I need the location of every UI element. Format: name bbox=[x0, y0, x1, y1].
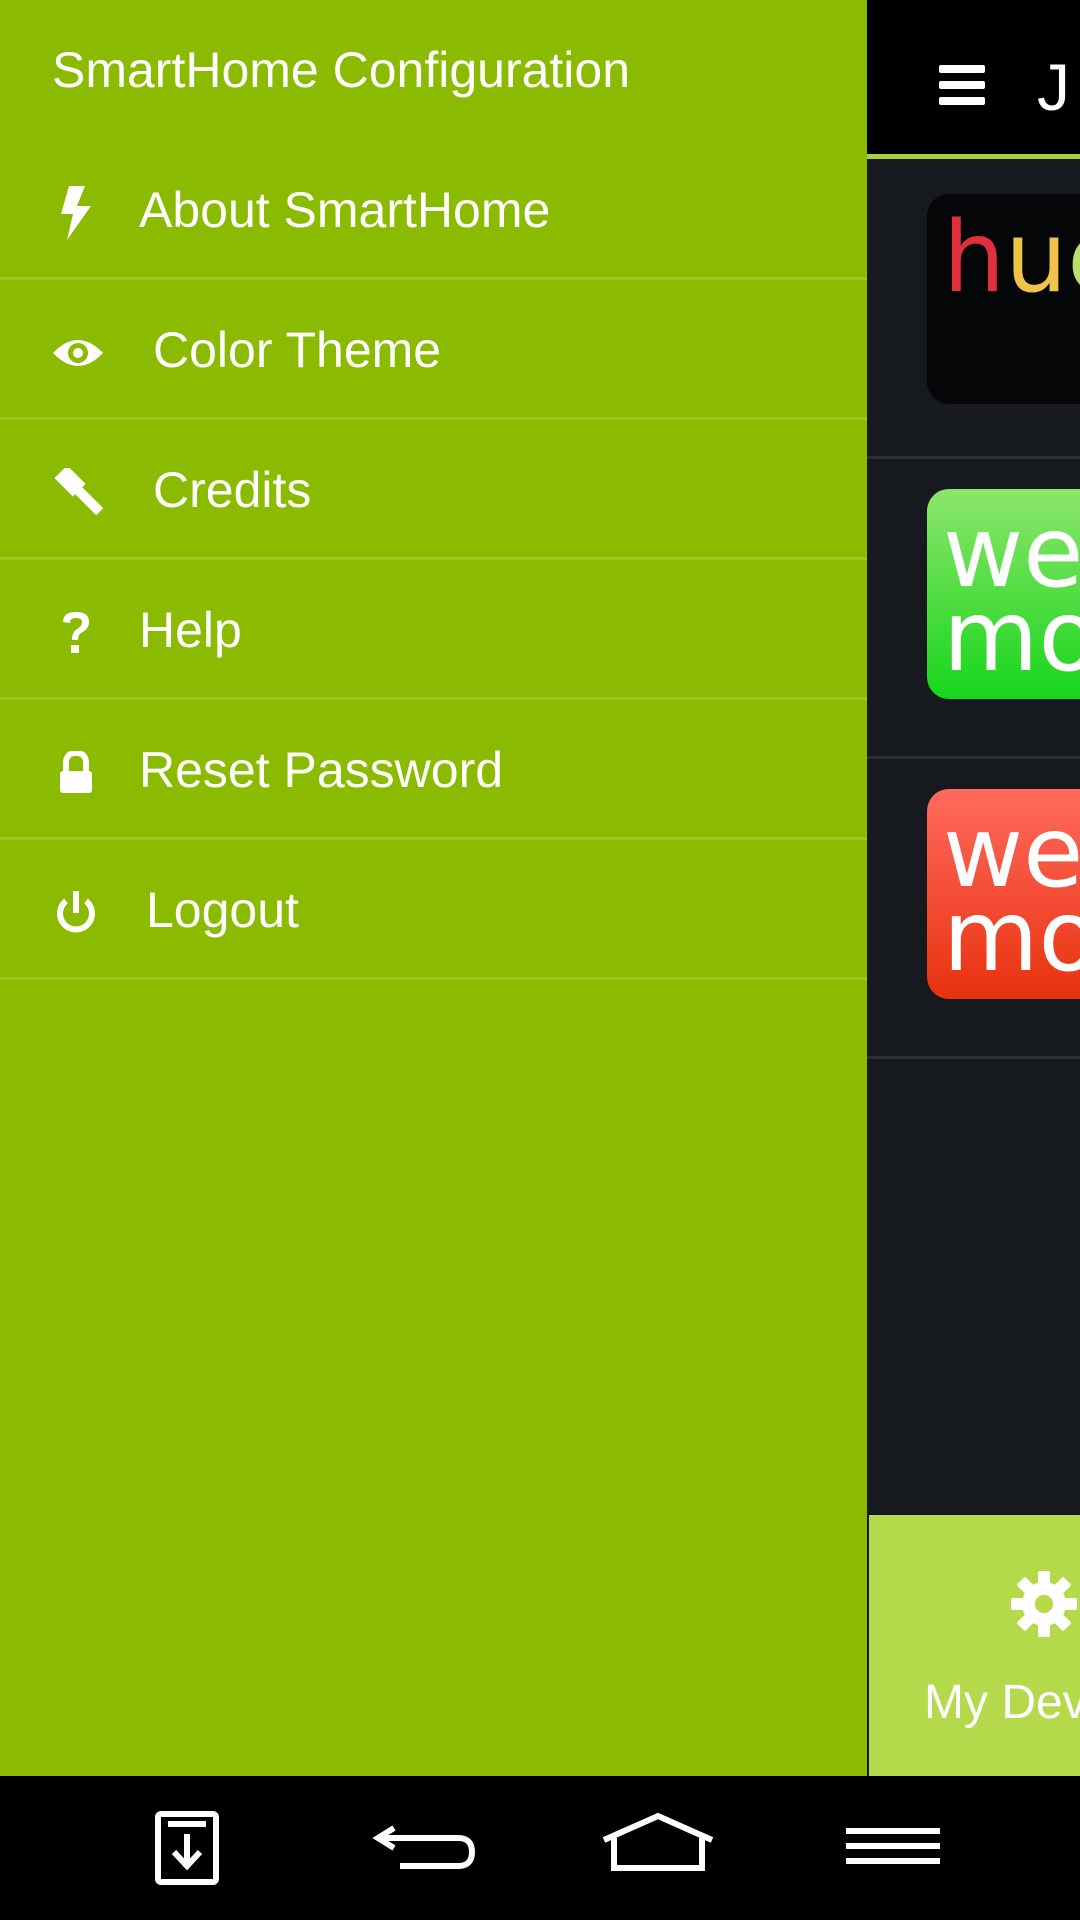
lock-icon bbox=[48, 745, 104, 801]
device-row-hue[interactable]: hue bbox=[867, 159, 1080, 459]
power-icon bbox=[48, 885, 104, 941]
navigation-drawer: SmartHome Configuration About SmartHome … bbox=[0, 0, 867, 1776]
menu-item-label: Color Theme bbox=[153, 322, 442, 378]
menu-item-about[interactable]: About SmartHome bbox=[0, 140, 867, 280]
wemo-logo: we mo bbox=[927, 489, 1080, 699]
eye-icon bbox=[50, 325, 106, 381]
hue-logo: hue bbox=[927, 194, 1080, 404]
download-icon[interactable] bbox=[154, 1810, 220, 1891]
menu-item-label: Help bbox=[139, 602, 242, 658]
wemo-logo: we mo bbox=[927, 789, 1080, 999]
device-row-wemo-green[interactable]: we mo bbox=[867, 459, 1080, 759]
question-icon bbox=[48, 605, 104, 661]
menu-icon[interactable] bbox=[939, 65, 985, 105]
system-navigation-bar bbox=[0, 1776, 1080, 1920]
back-icon[interactable] bbox=[370, 1810, 480, 1891]
gear-icon bbox=[1009, 1569, 1079, 1644]
tab-label: My Dev bbox=[924, 1676, 1080, 1729]
menu-item-logout[interactable]: Logout bbox=[0, 840, 867, 980]
menu-item-label: Credits bbox=[153, 462, 312, 518]
menu-item-color-theme[interactable]: Color Theme bbox=[0, 280, 867, 420]
home-icon[interactable] bbox=[600, 1810, 716, 1891]
drawer-title: SmartHome Configuration bbox=[52, 42, 631, 98]
menu-item-label: About SmartHome bbox=[139, 182, 551, 238]
menu-item-label: Logout bbox=[146, 882, 299, 938]
menu-item-help[interactable]: Help bbox=[0, 560, 867, 700]
menu-item-reset-password[interactable]: Reset Password bbox=[0, 700, 867, 840]
bolt-icon bbox=[48, 185, 104, 241]
app-header: J bbox=[867, 0, 1080, 159]
menu-item-label: Reset Password bbox=[139, 742, 504, 798]
app-title: J bbox=[1037, 50, 1070, 124]
device-row-wemo-red[interactable]: we mo bbox=[867, 759, 1080, 1059]
menu-icon[interactable] bbox=[846, 1810, 940, 1891]
app-content: J hue wemo wemo bbox=[867, 0, 1080, 1776]
tab-my-devices[interactable]: My Dev bbox=[869, 1515, 1080, 1776]
gavel-icon bbox=[50, 465, 106, 521]
menu-item-credits[interactable]: Credits bbox=[0, 420, 867, 560]
